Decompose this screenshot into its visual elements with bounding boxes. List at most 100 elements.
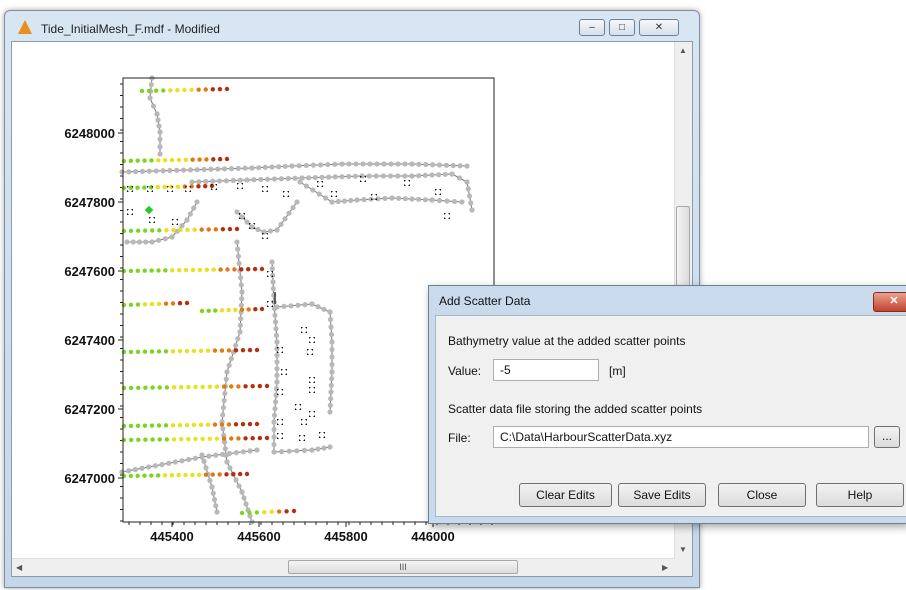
mesh-node	[210, 178, 216, 184]
depth-point	[206, 227, 211, 232]
mesh-node	[290, 205, 296, 211]
depth-point	[171, 437, 177, 442]
dialog-close-button[interactable]: ✕	[873, 292, 906, 312]
marker-arrow	[237, 183, 239, 185]
dialog-title: Add Scatter Data	[439, 294, 531, 308]
close-dialog-button[interactable]: Close	[718, 483, 806, 507]
scroll-up-icon[interactable]: ▲	[679, 46, 687, 55]
mesh-node	[130, 239, 136, 245]
mesh-node	[303, 162, 309, 169]
y-tick-label: 6248000	[64, 126, 115, 141]
depth-point	[142, 158, 147, 163]
help-button[interactable]: Help	[816, 483, 904, 507]
depth-point	[191, 422, 197, 428]
marker-arrow	[311, 353, 313, 355]
depth-point	[247, 421, 253, 427]
depth-point	[236, 384, 241, 389]
depth-point	[213, 308, 218, 313]
window-titlebar[interactable]: Tide_InitialMesh_F.mdf - Modified – □ ✕	[5, 11, 699, 41]
mesh-node	[234, 239, 240, 245]
depth-point	[149, 301, 155, 307]
mesh-node	[279, 449, 285, 455]
depth-point	[184, 348, 190, 354]
mesh-node	[451, 198, 458, 205]
depth-point	[206, 308, 211, 313]
depth-point	[182, 87, 187, 93]
depth-point	[150, 385, 155, 390]
mesh-node	[167, 167, 173, 174]
depth-point	[236, 436, 241, 441]
cell-marker	[309, 377, 315, 383]
scroll-left-icon[interactable]: ◀	[16, 563, 22, 572]
depth-point	[177, 422, 183, 428]
mesh-node	[226, 450, 233, 457]
scroll-right-icon[interactable]: ▶	[662, 563, 668, 572]
depth-point	[163, 268, 168, 273]
depth-point	[149, 423, 155, 428]
marker-arrow	[281, 393, 283, 395]
mesh-node	[321, 306, 327, 312]
depth-point	[191, 348, 197, 354]
mesh-node	[220, 405, 227, 411]
marker-arrow	[277, 423, 279, 425]
marker-arrow	[266, 190, 268, 192]
marker-arrow	[323, 432, 325, 434]
mesh-node	[239, 296, 245, 302]
resize-grip[interactable]	[675, 559, 692, 576]
mesh-node	[234, 209, 240, 215]
browse-button[interactable]: ...	[874, 426, 900, 448]
depth-point	[163, 301, 169, 306]
mesh-node	[271, 412, 278, 418]
depth-point	[231, 472, 236, 477]
marker-arrow	[281, 423, 283, 425]
clear-edits-button[interactable]: Clear Edits	[519, 483, 612, 507]
mesh-node	[416, 196, 422, 202]
mesh-lines	[121, 77, 473, 523]
depth-point	[128, 228, 134, 234]
horizontal-scroll-thumb[interactable]: III	[288, 560, 518, 574]
scroll-down-icon[interactable]: ▼	[679, 545, 687, 554]
marker-arrow	[237, 187, 239, 189]
depth-point	[246, 267, 251, 272]
mesh-node	[381, 161, 387, 167]
marker-arrow	[444, 213, 446, 215]
marker-arrow	[253, 223, 255, 225]
depth-point	[169, 157, 175, 163]
cell-marker	[309, 411, 315, 417]
minimize-button[interactable]: –	[579, 19, 605, 36]
marker-arrow	[309, 337, 311, 339]
depth-point	[176, 472, 181, 478]
mesh-node	[162, 236, 168, 242]
depth-point	[170, 423, 176, 428]
depth-point	[254, 421, 260, 427]
cell-marker	[307, 349, 313, 355]
value-input[interactable]: -5	[493, 359, 599, 381]
mesh-node	[273, 386, 280, 392]
mesh-node	[306, 175, 312, 181]
depth-point	[232, 267, 237, 272]
mesh-node	[228, 166, 235, 172]
mesh-node	[256, 165, 262, 171]
maximize-button[interactable]: □	[609, 19, 635, 36]
marker-arrow	[313, 341, 315, 343]
mesh-node	[346, 161, 352, 167]
marker-arrow	[439, 193, 441, 195]
save-edits-button[interactable]: Save Edits	[618, 483, 706, 507]
marker-arrow	[185, 190, 187, 192]
depth-point	[183, 157, 188, 162]
horizontal-scrollbar[interactable]: ◀ III ▶	[12, 558, 675, 576]
close-button[interactable]: ✕	[639, 19, 679, 36]
mesh-node	[274, 304, 280, 310]
depth-point	[200, 436, 205, 442]
depth-point	[262, 509, 267, 515]
depth-point	[177, 268, 182, 273]
maximize-icon: □	[618, 22, 626, 33]
depth-point	[229, 384, 234, 389]
mesh-node	[267, 228, 274, 234]
file-path-input[interactable]: C:\Data\HarbourScatterData.xyz	[493, 426, 869, 448]
mesh-node	[443, 162, 449, 168]
mesh-node	[373, 173, 379, 179]
marker-arrow	[147, 190, 149, 192]
depth-point	[163, 349, 169, 354]
mesh-node	[348, 197, 354, 204]
